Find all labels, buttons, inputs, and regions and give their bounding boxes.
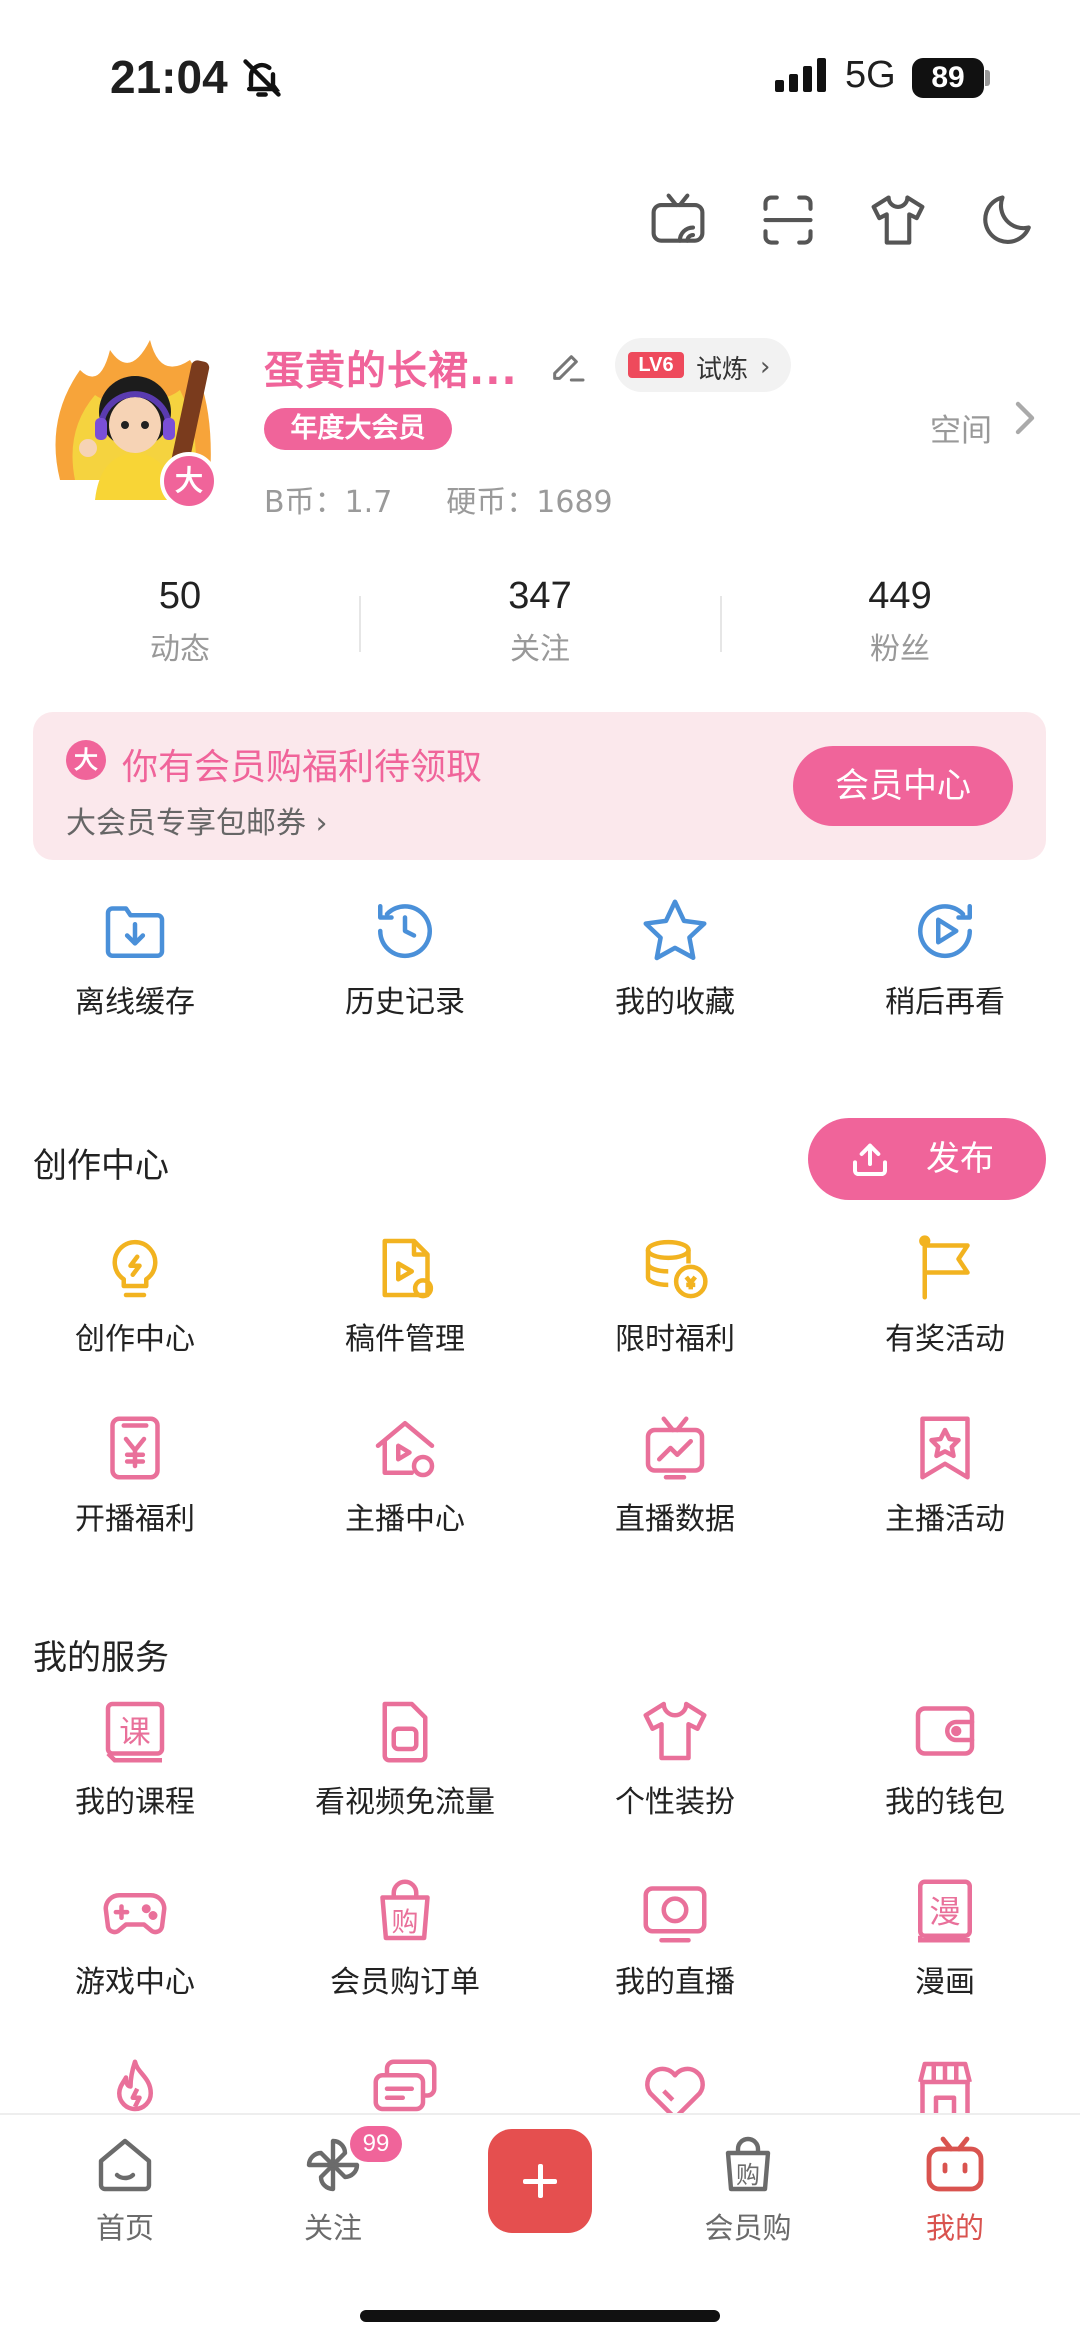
sim-card-icon [382, 1701, 428, 1763]
course-book-icon: 课 [105, 1701, 165, 1763]
svg-text:课: 课 [119, 1714, 151, 1750]
banner-title: 你有会员购福利待领取 [122, 747, 483, 788]
shopping-bag-icon: 购 [725, 2136, 771, 2192]
dress-up-item[interactable]: 个性装扮 [540, 1695, 810, 1821]
reward-activity-item[interactable]: 有奖活动 [810, 1232, 1080, 1358]
mute-bell-icon [243, 59, 281, 97]
lightbulb-icon [112, 1239, 158, 1298]
nav-home[interactable]: 首页 [40, 2133, 210, 2247]
chevron-right-icon: › [760, 352, 771, 382]
coins-icon [645, 1239, 708, 1299]
chevron-right-icon[interactable] [1010, 398, 1040, 438]
live-tv-icon [643, 1886, 707, 1943]
hard-coin-balance: 硬币：1689 [446, 485, 613, 520]
offline-cache-item[interactable]: 离线缓存 [0, 895, 270, 1021]
streamer-home-icon [375, 1421, 435, 1478]
upload-icon [853, 1143, 887, 1176]
vip-tag[interactable]: 年度大会员 [264, 408, 452, 450]
live-data-item[interactable]: 直播数据 [540, 1412, 810, 1538]
scan-icon[interactable] [758, 190, 818, 250]
my-live-item[interactable]: 我的直播 [540, 1875, 810, 2001]
wallet-icon [915, 1706, 975, 1756]
home-indicator [360, 2310, 720, 2322]
yen-card-icon [110, 1416, 160, 1480]
bookmark-star-icon [920, 1416, 970, 1480]
streamer-center-item[interactable]: 主播中心 [270, 1412, 540, 1538]
flag-icon [919, 1235, 970, 1300]
vip-avatar-badge: 大 [160, 452, 218, 510]
services-section-title: 我的服务 [33, 1638, 169, 1678]
creation-center-item[interactable]: 创作中心 [0, 1232, 270, 1358]
stat-following[interactable]: 347 关注 [360, 575, 720, 668]
my-wallet-item[interactable]: 我的钱包 [810, 1695, 1080, 1821]
svg-text:购: 购 [392, 1907, 419, 1938]
gamepad-icon [103, 1893, 167, 1935]
live-data-tv-icon [645, 1416, 705, 1480]
streaming-welfare-item[interactable]: 开播福利 [0, 1412, 270, 1538]
plus-icon[interactable] [488, 2129, 592, 2233]
manuscript-management-item[interactable]: 稿件管理 [270, 1232, 540, 1358]
battery-indicator: 89 [912, 58, 984, 98]
cellular-signal-icon [775, 58, 831, 92]
download-folder-icon [105, 906, 165, 958]
level-badge: LV6 [628, 352, 684, 378]
status-time: 21:04 [110, 51, 228, 103]
b-coin-balance: B币：1.7 [264, 485, 393, 520]
vip-center-button[interactable]: 会员中心 [793, 746, 1013, 826]
star-icon [643, 899, 707, 961]
night-mode-moon-icon[interactable] [980, 190, 1040, 250]
bilibili-tv-icon [926, 2136, 984, 2192]
level-tag: 试炼 [696, 355, 749, 385]
space-link[interactable]: 空间 [930, 405, 992, 450]
comic-book-icon: 漫 [918, 1879, 972, 1943]
tshirt-icon [643, 1701, 707, 1761]
svg-text:漫: 漫 [929, 1894, 961, 1930]
my-courses-item[interactable]: 课 我的课程 [0, 1695, 270, 1821]
shopping-bag-icon: 购 [380, 1879, 430, 1941]
stat-dynamics[interactable]: 50 动态 [0, 575, 360, 668]
nav-vip-shop[interactable]: 购 会员购 [663, 2133, 833, 2247]
free-data-item[interactable]: 看视频免流量 [270, 1695, 540, 1821]
publish-button[interactable]: 发布 [808, 1118, 1046, 1200]
following-count-badge: 99 [350, 2126, 402, 2162]
home-icon [98, 2138, 152, 2192]
game-center-item[interactable]: 游戏中心 [0, 1875, 270, 2001]
battery-tip [985, 70, 990, 86]
history-item[interactable]: 历史记录 [270, 895, 540, 1021]
banner-subtitle[interactable]: 大会员专享包邮券 › [66, 798, 328, 842]
svg-text:购: 购 [736, 2161, 760, 2189]
watch-later-item[interactable]: 稍后再看 [810, 895, 1080, 1021]
limited-welfare-item[interactable]: 限时福利 [540, 1232, 810, 1358]
streamer-activity-item[interactable]: 主播活动 [810, 1412, 1080, 1538]
history-clock-icon [377, 904, 432, 959]
creation-section-title: 创作中心 [33, 1146, 169, 1186]
network-type: 5G [845, 54, 896, 96]
nav-mine[interactable]: 我的 [870, 2133, 1040, 2247]
vip-icon: 大 [66, 740, 106, 780]
manuscript-icon [382, 1238, 434, 1299]
tv-cast-icon[interactable] [648, 190, 708, 250]
comics-item[interactable]: 漫 漫画 [810, 1875, 1080, 2001]
stat-fans[interactable]: 449 粉丝 [720, 575, 1080, 668]
favorites-item[interactable]: 我的收藏 [540, 895, 810, 1021]
vip-shop-orders-item[interactable]: 购 会员购订单 [270, 1875, 540, 2001]
tshirt-skin-icon[interactable] [868, 190, 928, 250]
username[interactable]: 蛋黄的长裙... [264, 338, 518, 396]
edit-pencil-icon[interactable] [548, 345, 588, 385]
watch-later-icon [918, 904, 973, 959]
coin-balance: B币：1.7 硬币：1689 [264, 477, 667, 521]
